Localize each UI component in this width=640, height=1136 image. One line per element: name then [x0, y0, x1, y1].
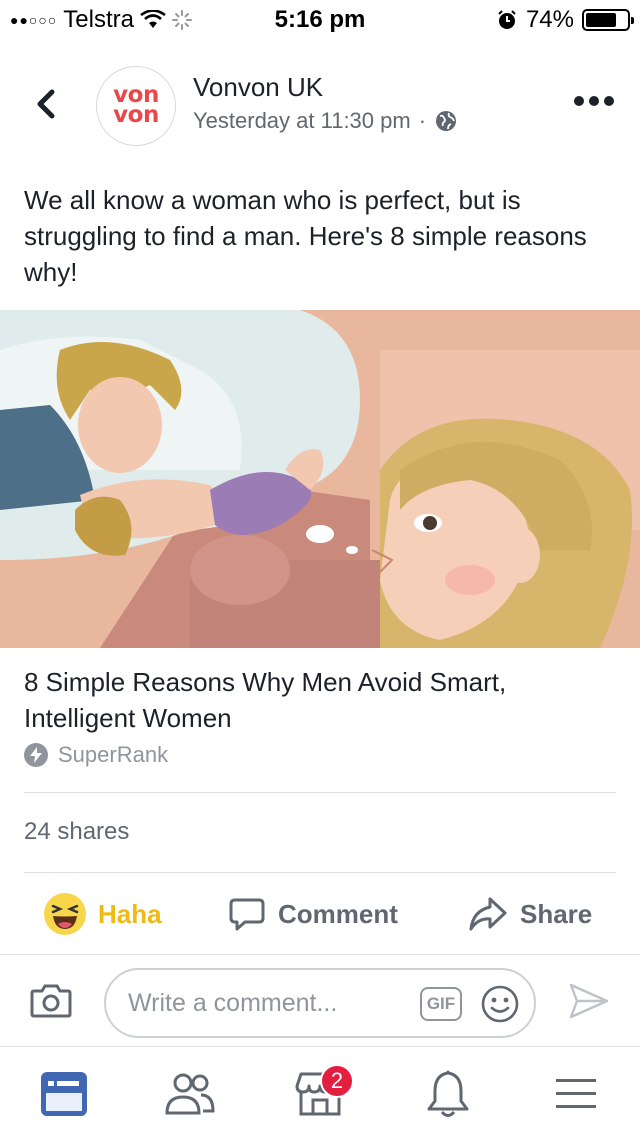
- camera-icon: [30, 984, 72, 1018]
- tab-menu[interactable]: [546, 1066, 606, 1122]
- page-name[interactable]: Vonvon UK: [193, 72, 323, 103]
- battery-percent: 74%: [525, 6, 574, 33]
- post-message: We all know a woman who is perfect, but …: [24, 185, 587, 287]
- comment-button[interactable]: Comment: [228, 886, 398, 942]
- camera-button[interactable]: [30, 982, 72, 1023]
- emoji-button[interactable]: [480, 984, 520, 1029]
- bottom-tab-bar: 2: [0, 1048, 640, 1136]
- illustration-thought-bubble: [0, 310, 640, 648]
- page-avatar[interactable]: von von: [96, 66, 176, 146]
- meta-separator: ·: [418, 108, 427, 133]
- link-preview-image[interactable]: [0, 310, 640, 648]
- status-right: 74%: [496, 6, 634, 34]
- haha-label: Haha: [98, 898, 162, 929]
- back-button[interactable]: [28, 82, 64, 126]
- comment-input-wrapper: GIF: [104, 968, 536, 1038]
- tab-notifications[interactable]: [418, 1066, 478, 1122]
- comment-input[interactable]: [128, 970, 408, 1036]
- news-feed-icon: [41, 1072, 87, 1116]
- share-arrow-icon: [469, 897, 507, 931]
- battery-level: [586, 13, 616, 27]
- alarm-icon: [498, 10, 516, 29]
- haha-emoji-icon: [44, 893, 86, 935]
- post-timestamp[interactable]: Yesterday at 11:30 pm: [193, 108, 411, 134]
- divider: [0, 1046, 640, 1047]
- share-label: Share: [520, 898, 593, 929]
- link-source[interactable]: SuperRank: [24, 742, 168, 768]
- friends-icon: [165, 1073, 215, 1115]
- marketplace-badge: 2: [320, 1064, 354, 1098]
- chevron-left-icon: [37, 89, 55, 119]
- comment-composer: GIF: [0, 962, 640, 1042]
- gif-button[interactable]: GIF: [420, 987, 462, 1021]
- post-header: von von Vonvon UK Yesterday at 11:30 pm …: [0, 60, 640, 152]
- more-options-button[interactable]: [574, 96, 614, 106]
- hamburger-icon: [556, 1079, 596, 1108]
- post-meta: Yesterday at 11:30 pm ·: [193, 108, 458, 134]
- bell-icon: [427, 1070, 469, 1117]
- haha-reaction-button[interactable]: Haha: [44, 886, 162, 942]
- more-dots-icon: [574, 96, 584, 106]
- battery-icon: [582, 9, 634, 31]
- status-bar: ●●○○○ Telstra 5:16 pm 74%: [0, 0, 640, 40]
- globe-icon: [436, 111, 457, 131]
- tab-news-feed[interactable]: [34, 1066, 94, 1122]
- source-name: SuperRank: [58, 742, 169, 767]
- send-icon: [569, 983, 609, 1019]
- post-actions: Haha Comment Share: [0, 886, 640, 942]
- share-button[interactable]: Share: [468, 886, 592, 942]
- tab-friends[interactable]: [160, 1066, 220, 1122]
- shares-count[interactable]: 24 shares: [24, 818, 129, 846]
- comment-icon: [229, 898, 265, 931]
- smiley-icon: [481, 985, 519, 1023]
- comment-label: Comment: [278, 898, 398, 929]
- divider: [24, 792, 616, 793]
- link-title[interactable]: 8 Simple Reasons Why Men Avoid Smart, In…: [24, 664, 614, 736]
- avatar-logo-line-2: von: [113, 102, 159, 128]
- send-button[interactable]: [568, 982, 610, 1025]
- divider: [0, 954, 640, 955]
- tab-marketplace[interactable]: 2: [290, 1064, 354, 1122]
- divider: [24, 872, 616, 873]
- lightning-icon: [24, 743, 48, 767]
